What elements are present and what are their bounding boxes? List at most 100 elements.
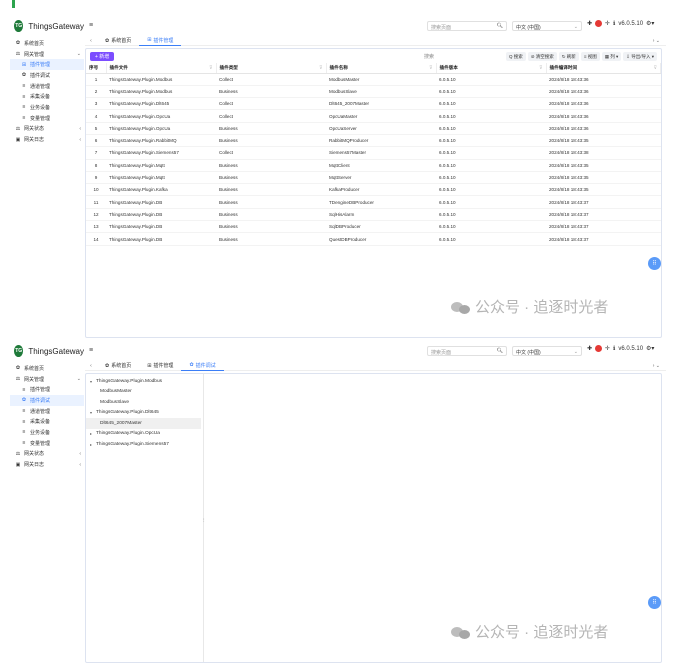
tree-leaf[interactable]: Dlt645_2007Master (86, 418, 201, 429)
table-row[interactable]: 2 ThingsGateway.Plugin.Modbus Business Modb… (86, 85, 661, 99)
table-cell: ModbusSlave (326, 85, 436, 99)
table-row[interactable]: 11 ThingsGateway.Plugin.DB Business TDengin… (86, 195, 661, 209)
menu-toggle-icon[interactable]: ≡ (89, 22, 93, 29)
language-select[interactable]: 中文 (中国) ⌄ (512, 21, 582, 31)
sidebar-item[interactable]: ▣ 网关日志 ‹ (10, 134, 84, 145)
add-button[interactable]: + 新增 (90, 52, 115, 61)
sidebar-item[interactable]: ⚖ 网关状态 ‹ (10, 449, 84, 460)
app-logo[interactable]: TG ThingsGateway (10, 341, 84, 361)
search-icon[interactable]: 🔍︎ (497, 348, 503, 354)
table-row[interactable]: 9 ThingsGateway.Plugin.Mqtt Business MqttSe… (86, 171, 661, 185)
tree-node[interactable]: ▸ ThingsGateway.Plugin.OpcUa (86, 429, 203, 440)
page-search-input[interactable]: 搜索页面 🔍︎ (427, 346, 507, 356)
column-header[interactable]: 插件类型 ⊽ (216, 63, 327, 74)
expand-icon[interactable]: ✛ (605, 345, 610, 352)
floating-action-icon[interactable]: ⠿ (648, 596, 661, 609)
language-select[interactable]: 中文 (中国) ⌄ (512, 346, 582, 356)
column-header[interactable]: 插件名称 ⊽ (326, 63, 437, 74)
tab[interactable]: ⊞ 插件管理 (139, 36, 182, 46)
tree-leaf[interactable]: ModbusSlave (86, 397, 203, 408)
expand-arrow-icon[interactable]: ▸ (90, 431, 95, 436)
table-row[interactable]: 6 ThingsGateway.Plugin.RabbitMQ Business Ra… (86, 134, 661, 148)
sidebar-item[interactable]: ≡ 变量管理 (10, 113, 84, 124)
search-icon[interactable]: 🔍︎ (497, 23, 503, 29)
tab-scroll-left-icon[interactable]: ‹ (85, 38, 97, 44)
sidebar-item[interactable]: ≡ 业务设备 (10, 427, 84, 438)
refresh-button[interactable]: ↻ 刷新 (558, 52, 579, 61)
table-cell: 6.0.5.10 (436, 85, 546, 99)
tree-node[interactable]: ▾ ThingsGateway.Plugin.Modbus (86, 376, 203, 387)
sidebar-item[interactable]: ✿ 系统首页 (10, 363, 84, 374)
sidebar-item[interactable]: ≡ 变量管理 (10, 438, 84, 449)
filter-icon[interactable]: ⊽ (429, 65, 432, 71)
sidebar-item[interactable]: ≡ 采集设备 (10, 91, 84, 102)
menu-toggle-icon[interactable]: ≡ (89, 347, 93, 354)
table-row[interactable]: 1 ThingsGateway.Plugin.Modbus Collect Modbu… (86, 73, 661, 86)
sidebar-item[interactable]: ✿ 系统首页 (10, 38, 84, 49)
sidebar-item[interactable]: ✿ 插件调试 (10, 395, 84, 406)
splitter-handle-icon[interactable]: ⁝ (203, 518, 205, 524)
sidebar-item[interactable]: ⚖ 网关管理 ⌄ (10, 49, 84, 60)
tree-node[interactable]: ▾ ThingsGateway.Plugin.Dlt645 (86, 408, 203, 419)
table-row[interactable]: 4 ThingsGateway.Plugin.OpcUa Collect OpcUaM… (86, 109, 661, 123)
sidebar-item[interactable]: ≡ 插件管理 (10, 384, 84, 395)
add-icon[interactable]: ✚ (587, 20, 592, 27)
expand-arrow-icon[interactable]: ▸ (90, 442, 95, 447)
tree-leaf[interactable]: ModbusMaster (86, 387, 203, 398)
avatar[interactable] (595, 345, 603, 352)
column-header[interactable]: 插件版本 ⊽ (436, 63, 547, 74)
export-import-button[interactable]: ⇩ 导出/导入 ▾ (623, 52, 657, 61)
expand-arrow-icon[interactable]: ▾ (90, 410, 95, 415)
expand-arrow-icon[interactable]: ▾ (90, 379, 95, 384)
table-row[interactable]: 7 ThingsGateway.Plugin.Siemens57 Collect Si… (86, 146, 661, 160)
sidebar-item-label: 系统首页 (24, 365, 45, 372)
filter-icon[interactable]: ⊽ (654, 65, 657, 71)
sidebar-item[interactable]: ≡ 通道管理 (10, 81, 84, 92)
sidebar-item[interactable]: ≡ 采集设备 (10, 416, 84, 427)
settings-icon[interactable]: ⚙︎▾ (646, 345, 654, 352)
table-row[interactable]: 8 ThingsGateway.Plugin.Mqtt Business MqttCl… (86, 159, 661, 172)
tab[interactable]: ⊞ 插件管理 (139, 361, 181, 371)
sidebar-item[interactable]: ⚖ 网关状态 ‹ (10, 124, 84, 135)
avatar[interactable] (595, 20, 603, 27)
sidebar-item[interactable]: ≡ 通道管理 (10, 406, 84, 417)
table-row[interactable]: 3 ThingsGateway.Plugin.Dlt645 Collect Dlt64… (86, 97, 661, 111)
app-logo[interactable]: TG ThingsGateway (10, 16, 84, 36)
sidebar-item[interactable]: ⊞ 插件管理 (10, 59, 84, 71)
table-row[interactable]: 10 ThingsGateway.Plugin.Kafka Business Kafk… (86, 183, 661, 197)
tree-node[interactable]: ▸ ThingsGateway.Plugin.Siemens57 (86, 439, 203, 450)
column-header[interactable]: 插件文件 ⊽ (106, 63, 217, 74)
expand-icon[interactable]: ✛ (605, 20, 610, 27)
table-row[interactable]: 12 ThingsGateway.Plugin.DB Business SqlHisA… (86, 208, 661, 222)
info-icon[interactable]: ℹ (613, 20, 615, 27)
search-button[interactable]: Q 搜索 (505, 52, 526, 61)
table-row[interactable]: 13 ThingsGateway.Plugin.DB Business SqlDBPr… (86, 220, 661, 234)
table-search-input[interactable]: 搜索 (424, 53, 434, 60)
column-header[interactable]: 插件编译时间 ⊽ (546, 63, 661, 74)
table-row[interactable]: 14 ThingsGateway.Plugin.DB Business QuestDB… (86, 232, 661, 246)
tab[interactable]: ✿ 系统首页 (97, 361, 139, 371)
watermark: 公众号 · 追逐时光者 (451, 621, 608, 642)
view-button[interactable]: ≡ 视图 (580, 52, 600, 61)
filter-icon[interactable]: ⊽ (209, 65, 212, 71)
tab[interactable]: ✿ 插件调试 (181, 361, 224, 371)
add-icon[interactable]: ✚ (587, 345, 592, 352)
clear-search-button[interactable]: ⊘ 清空搜索 (527, 52, 557, 61)
floating-action-icon[interactable]: ⠿ (648, 257, 661, 270)
sidebar-item[interactable]: ✿ 插件调试 (10, 70, 84, 81)
sidebar-item[interactable]: ≡ 业务设备 (10, 102, 84, 113)
sidebar-item[interactable]: ⚖ 网关管理 ⌄ (10, 374, 84, 385)
sidebar-item[interactable]: ▣ 网关日志 ‹ (10, 459, 84, 470)
column-header[interactable]: 序号 (86, 63, 107, 74)
tab-scroll-left-icon[interactable]: ‹ (85, 363, 97, 369)
tab[interactable]: ✿ 系统首页 (97, 36, 139, 46)
tab-scroll-right-icon[interactable]: › ⌄ (653, 38, 660, 44)
columns-button[interactable]: ▦ 列 ▾ (601, 52, 622, 61)
settings-icon[interactable]: ⚙︎▾ (646, 20, 654, 27)
page-search-input[interactable]: 搜索页面 🔍︎ (427, 21, 507, 31)
filter-icon[interactable]: ⊽ (539, 65, 542, 71)
tab-scroll-right-icon[interactable]: › ⌄ (653, 363, 660, 369)
info-icon[interactable]: ℹ (613, 345, 615, 352)
filter-icon[interactable]: ⊽ (319, 65, 322, 71)
table-row[interactable]: 5 ThingsGateway.Plugin.OpcUa Business OpcUa… (86, 122, 661, 135)
